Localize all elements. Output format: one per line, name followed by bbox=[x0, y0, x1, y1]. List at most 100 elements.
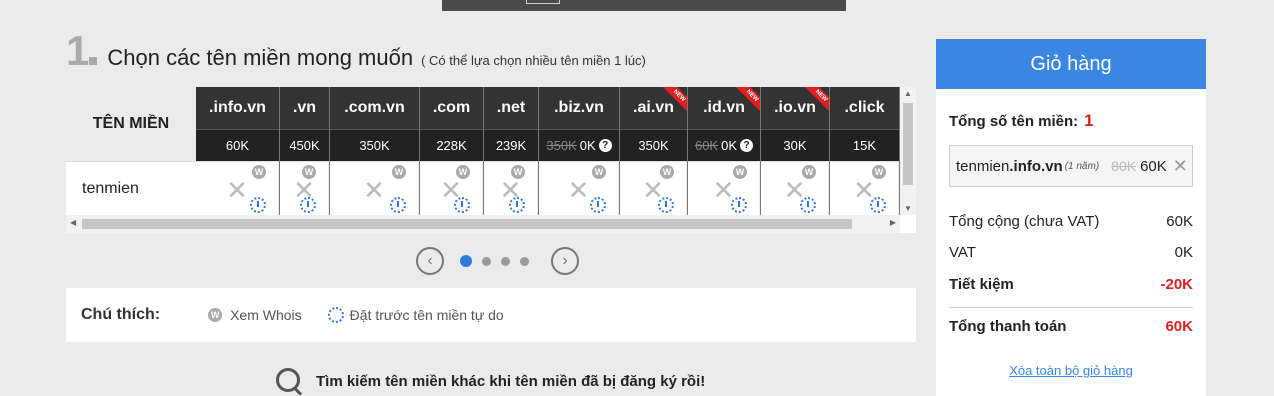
horizontal-scrollbar[interactable]: ◀ ▶ bbox=[66, 215, 900, 233]
extension-price: 350K bbox=[620, 129, 687, 161]
domain-cell: ✕ W bbox=[280, 161, 329, 215]
domain-cell: ✕ W bbox=[484, 161, 538, 215]
domain-cell: ✕ W bbox=[620, 161, 687, 215]
extension-column: .vn 450K ✕ W bbox=[280, 87, 330, 215]
extension-label: .id.vn bbox=[703, 99, 745, 116]
extension-label: .com.vn bbox=[344, 99, 405, 116]
subtotal-row: Tổng cộng (chưa VAT) 60K bbox=[949, 213, 1193, 230]
vat-value: 0K bbox=[1174, 244, 1193, 261]
whois-icon[interactable]: W bbox=[302, 165, 316, 179]
domain-cell: ✕ W bbox=[688, 161, 760, 215]
extension-header: .id.vn NEW bbox=[688, 87, 760, 129]
preorder-clock-icon[interactable] bbox=[658, 197, 674, 213]
remove-item-icon[interactable]: ✕ bbox=[1173, 156, 1188, 177]
cart-count: 1 bbox=[1084, 111, 1094, 130]
preorder-clock-icon[interactable] bbox=[800, 197, 816, 213]
extension-column: .id.vn NEW 60K 0K? ✕ W bbox=[688, 87, 761, 215]
cart-count-row: Tổng số tên miền: 1 bbox=[949, 111, 1193, 131]
extension-label: .info.vn bbox=[209, 99, 266, 116]
help-icon[interactable]: ? bbox=[740, 139, 754, 152]
vertical-scroll-thumb[interactable] bbox=[903, 103, 913, 185]
total-row: Tổng thanh toán 60K bbox=[949, 318, 1193, 335]
vat-label: VAT bbox=[949, 244, 976, 261]
extension-label: .vn bbox=[292, 99, 317, 116]
page-dot[interactable] bbox=[501, 256, 510, 266]
whois-icon[interactable]: W bbox=[511, 165, 525, 179]
preorder-clock-icon[interactable] bbox=[870, 197, 886, 213]
top-bar bbox=[442, 0, 846, 11]
page-dot[interactable] bbox=[482, 256, 491, 266]
unavailable-icon: ✕ bbox=[226, 174, 248, 205]
cart-item-old-price: 80K bbox=[1111, 158, 1137, 174]
whois-icon[interactable]: W bbox=[802, 165, 816, 179]
extension-header: .com bbox=[420, 87, 483, 129]
total-value: 60K bbox=[1165, 318, 1193, 335]
preorder-clock-icon[interactable] bbox=[454, 197, 470, 213]
extension-column: .io.vn NEW 30K ✕ W bbox=[761, 87, 830, 215]
old-price: 60K bbox=[694, 138, 719, 153]
preorder-clock-icon[interactable] bbox=[390, 197, 406, 213]
extension-price: 15K bbox=[830, 129, 899, 161]
page-dots bbox=[460, 255, 529, 267]
extension-price: 239K bbox=[484, 129, 538, 161]
step-note: ( Có thể lựa chọn nhiều tên miền 1 lúc) bbox=[421, 53, 646, 68]
domain-cell: ✕ W bbox=[420, 161, 483, 215]
extension-column: .ai.vn NEW 350K ✕ W bbox=[620, 87, 688, 215]
cart-title: Giỏ hàng bbox=[936, 39, 1206, 89]
page-dot[interactable] bbox=[520, 256, 529, 266]
preorder-clock-icon[interactable] bbox=[509, 197, 525, 213]
clear-cart-link[interactable]: Xóa toàn bộ giỏ hàng bbox=[949, 363, 1193, 378]
next-page-button[interactable]: › bbox=[551, 247, 579, 275]
legend-whois: W Xem Whois bbox=[208, 307, 302, 323]
price-value: 0K bbox=[579, 138, 596, 153]
step-dot bbox=[89, 57, 98, 65]
extension-column: .net 239K ✕ W bbox=[484, 87, 539, 215]
whois-icon[interactable]: W bbox=[252, 165, 266, 179]
scroll-up-icon[interactable]: ▲ bbox=[904, 89, 912, 98]
legend-whois-label: Xem Whois bbox=[230, 307, 302, 323]
extension-price: 350K 0K? bbox=[539, 129, 619, 161]
whois-icon[interactable]: W bbox=[733, 165, 747, 179]
legend-title: Chú thích: bbox=[81, 306, 161, 323]
cart-panel: Giỏ hàng Tổng số tên miền: 1 tenmien .info… bbox=[936, 39, 1206, 396]
prev-page-button[interactable]: ‹ bbox=[416, 247, 444, 275]
preorder-clock-icon[interactable] bbox=[300, 197, 316, 213]
extension-columns: .info.vn 60K ✕ W .vn 450K ✕ W .com.vn 350K ✕ W .com 2… bbox=[196, 87, 900, 215]
scroll-left-icon[interactable]: ◀ bbox=[70, 218, 76, 227]
extension-price: 228K bbox=[420, 129, 483, 161]
scroll-down-icon[interactable]: ▼ bbox=[904, 204, 912, 213]
extension-price: 350K bbox=[330, 129, 419, 161]
domain-cell: ✕ W bbox=[830, 161, 899, 215]
whois-icon[interactable]: W bbox=[660, 165, 674, 179]
whois-icon[interactable]: W bbox=[872, 165, 886, 179]
whois-icon[interactable]: W bbox=[456, 165, 470, 179]
extension-header: .com.vn bbox=[330, 87, 419, 129]
vertical-scrollbar[interactable]: ▲ ▼ bbox=[900, 87, 916, 215]
page-dot[interactable] bbox=[460, 255, 472, 267]
domain-cell: ✕ W bbox=[196, 161, 279, 215]
preorder-clock-icon[interactable] bbox=[731, 197, 747, 213]
price-value: 15K bbox=[852, 138, 877, 153]
price-value: 0K bbox=[721, 138, 738, 153]
total-label: Tổng thanh toán bbox=[949, 318, 1067, 335]
price-value: 239K bbox=[495, 138, 527, 153]
preorder-clock-icon[interactable] bbox=[590, 197, 606, 213]
help-icon[interactable]: ? bbox=[598, 139, 612, 152]
step-number: 1 bbox=[66, 27, 90, 74]
whois-icon[interactable]: W bbox=[392, 165, 406, 179]
domain-table: TÊN MIỀN tenmien .info.vn 60K ✕ W .vn 450K ✕ W.… bbox=[66, 87, 916, 233]
vat-row: VAT 0K bbox=[949, 244, 1193, 261]
unavailable-icon: ✕ bbox=[567, 174, 590, 205]
whois-icon[interactable]: W bbox=[592, 165, 606, 179]
preorder-clock-icon[interactable] bbox=[250, 197, 266, 213]
pager: ‹ › bbox=[416, 247, 579, 275]
saving-label: Tiết kiệm bbox=[949, 276, 1014, 293]
horizontal-scroll-thumb[interactable] bbox=[82, 219, 852, 229]
search-more-link[interactable]: Tìm kiếm tên miền khác khi tên miền đã b… bbox=[276, 368, 705, 394]
extension-column: .info.vn 60K ✕ W bbox=[196, 87, 280, 215]
domain-header-label: TÊN MIỀN bbox=[66, 87, 196, 161]
scroll-right-icon[interactable]: ▶ bbox=[890, 218, 896, 227]
legend: Chú thích: W Xem Whois Đặt trước tên miề… bbox=[66, 288, 916, 342]
cart-item-ext: .info.vn bbox=[1009, 157, 1063, 175]
subtotal-value: 60K bbox=[1166, 213, 1193, 230]
